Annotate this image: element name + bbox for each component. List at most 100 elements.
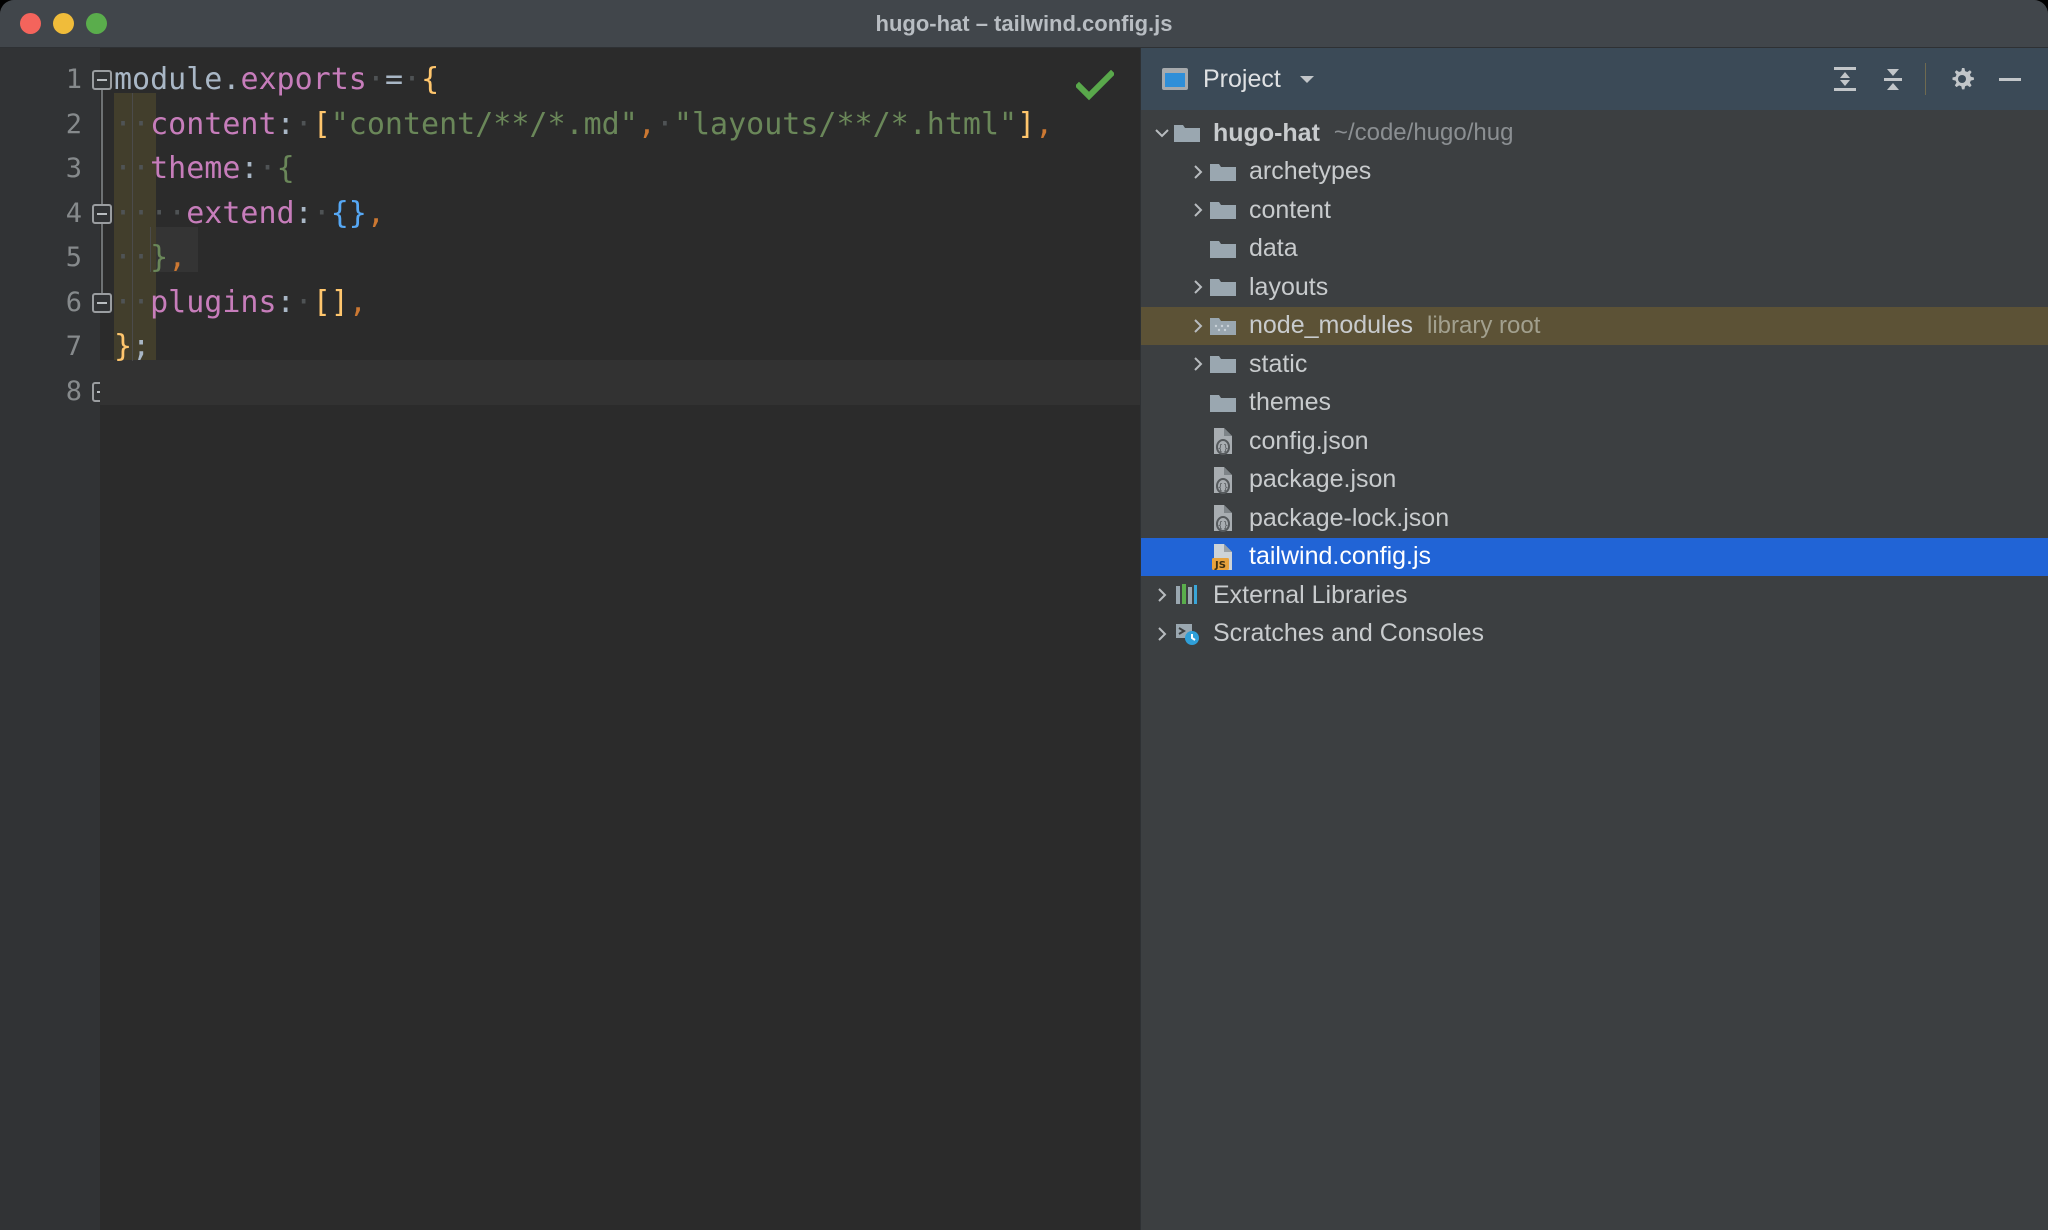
tree-row[interactable]: themes xyxy=(1141,384,2048,423)
code-token: : xyxy=(294,195,313,231)
code-editor[interactable]: 12345678 module.exports·=·{··content:·["… xyxy=(0,48,1140,1230)
code-token: content xyxy=(150,106,277,142)
code-token: extend xyxy=(186,195,295,231)
tree-row[interactable]: {} package-lock.json xyxy=(1141,499,2048,538)
json-file-icon: {} xyxy=(1209,427,1237,456)
libraries-icon xyxy=(1173,581,1201,609)
code-line[interactable]: ····extend:·{}, xyxy=(100,192,1140,237)
code-token: · xyxy=(258,151,277,186)
expand-all-icon[interactable] xyxy=(1823,57,1867,101)
folder-icon xyxy=(1209,235,1237,263)
tree-node-sublabel: library root xyxy=(1427,311,1541,339)
no-arrow-spacer xyxy=(1187,469,1209,491)
code-token: , xyxy=(168,240,187,275)
code-token: "content/**/*.md" xyxy=(330,106,638,142)
close-window-button[interactable] xyxy=(20,13,41,34)
minimize-window-button[interactable] xyxy=(53,13,74,34)
chevron-right-icon[interactable] xyxy=(1151,584,1173,606)
collapse-all-icon[interactable] xyxy=(1871,57,1915,101)
code-token: · xyxy=(294,284,313,320)
code-content[interactable]: module.exports·=·{··content:·["content/*… xyxy=(100,48,1140,1230)
code-line[interactable] xyxy=(100,370,1140,415)
tree-node-label: data xyxy=(1249,234,1298,263)
code-token: } xyxy=(150,240,169,275)
tree-row[interactable]: {} package.json xyxy=(1141,461,2048,500)
code-line[interactable]: ··theme:·{ xyxy=(100,147,1140,192)
scratches-icon xyxy=(1173,620,1201,648)
line-number[interactable]: 5 xyxy=(0,236,100,281)
tree-node-label: package.json xyxy=(1249,465,1397,494)
tree-node-label: themes xyxy=(1249,388,1331,417)
tree-node-label: config.json xyxy=(1249,426,1369,455)
svg-text:{}: {} xyxy=(1218,521,1229,531)
svg-text:{}: {} xyxy=(1218,444,1229,454)
code-line[interactable]: ··content:·["content/**/*.md",·"layouts/… xyxy=(100,103,1140,148)
header-separator xyxy=(1925,63,1926,95)
tree-row[interactable]: hugo-hat ~/code/hugo/hug xyxy=(1141,114,2048,153)
traffic-light-group xyxy=(20,13,107,34)
json-file-icon: {} xyxy=(1209,504,1237,533)
project-panel-title: Project xyxy=(1203,64,1281,93)
chevron-down-icon[interactable] xyxy=(1151,122,1173,144)
tree-node-label: External Libraries xyxy=(1213,580,1408,609)
tree-row[interactable]: layouts xyxy=(1141,268,2048,307)
line-number[interactable]: 4 xyxy=(0,192,100,237)
tree-row[interactable]: node_modules library root xyxy=(1141,306,2048,345)
line-number[interactable]: 1 xyxy=(0,58,100,103)
chevron-right-icon[interactable] xyxy=(1187,353,1209,375)
folder-lib-icon xyxy=(1209,312,1237,340)
code-line[interactable]: ··}, xyxy=(100,236,1140,281)
tree-node-label: Scratches and Consoles xyxy=(1213,619,1484,648)
code-token: [ xyxy=(312,106,331,142)
tree-row[interactable]: content xyxy=(1141,191,2048,230)
code-token: ···· xyxy=(114,195,187,231)
folder-icon xyxy=(1209,196,1237,224)
line-number[interactable]: 3 xyxy=(0,147,100,192)
line-number[interactable]: 8 xyxy=(0,370,100,415)
no-arrow-spacer xyxy=(1187,546,1209,568)
code-token: = xyxy=(384,62,403,97)
line-number[interactable]: 6 xyxy=(0,281,100,326)
code-token: : xyxy=(276,284,295,320)
code-token: ; xyxy=(132,329,151,364)
no-arrow-spacer xyxy=(1187,238,1209,260)
line-number[interactable]: 2 xyxy=(0,103,100,148)
code-token: { xyxy=(421,62,440,97)
tree-row[interactable]: JS tailwind.config.js xyxy=(1141,537,2048,576)
tree-node-label: package-lock.json xyxy=(1249,503,1450,532)
tree-row[interactable]: archetypes xyxy=(1141,153,2048,192)
code-token: ·· xyxy=(114,284,151,320)
line-number[interactable]: 7 xyxy=(0,325,100,370)
tree-row[interactable]: Scratches and Consoles xyxy=(1141,615,2048,654)
code-token: · xyxy=(403,62,422,97)
hide-panel-icon[interactable] xyxy=(1988,57,2032,101)
chevron-right-icon[interactable] xyxy=(1187,315,1209,337)
inspection-ok-check-icon[interactable] xyxy=(1076,70,1114,102)
tree-row[interactable]: External Libraries xyxy=(1141,576,2048,615)
gear-icon[interactable] xyxy=(1940,57,1984,101)
chevron-right-icon[interactable] xyxy=(1151,623,1173,645)
code-token: ·· xyxy=(114,106,151,142)
code-token: · xyxy=(655,106,674,142)
svg-text:JS: JS xyxy=(1214,560,1226,571)
tree-row[interactable]: data xyxy=(1141,230,2048,269)
maximize-window-button[interactable] xyxy=(86,13,107,34)
chevron-right-icon[interactable] xyxy=(1187,199,1209,221)
line-number-gutter[interactable]: 12345678 xyxy=(0,48,100,1230)
chevron-down-icon[interactable] xyxy=(1285,57,1329,101)
tree-row[interactable]: {} config.json xyxy=(1141,422,2048,461)
code-token: : xyxy=(240,151,259,186)
code-token: } xyxy=(114,329,133,364)
code-line[interactable]: }; xyxy=(100,325,1140,370)
code-token: , xyxy=(1035,106,1054,142)
chevron-right-icon[interactable] xyxy=(1187,276,1209,298)
tree-row[interactable]: static xyxy=(1141,345,2048,384)
project-file-tree[interactable]: hugo-hat ~/code/hugo/hug archetypes content… xyxy=(1141,110,2048,1230)
code-token: ] xyxy=(1017,106,1036,142)
tree-node-label: content xyxy=(1249,195,1332,224)
code-token: , xyxy=(637,106,656,142)
code-line[interactable]: ··plugins:·[], xyxy=(100,281,1140,326)
code-line[interactable]: module.exports·=·{ xyxy=(100,58,1140,103)
chevron-right-icon[interactable] xyxy=(1187,161,1209,183)
folder-icon xyxy=(1209,350,1237,378)
